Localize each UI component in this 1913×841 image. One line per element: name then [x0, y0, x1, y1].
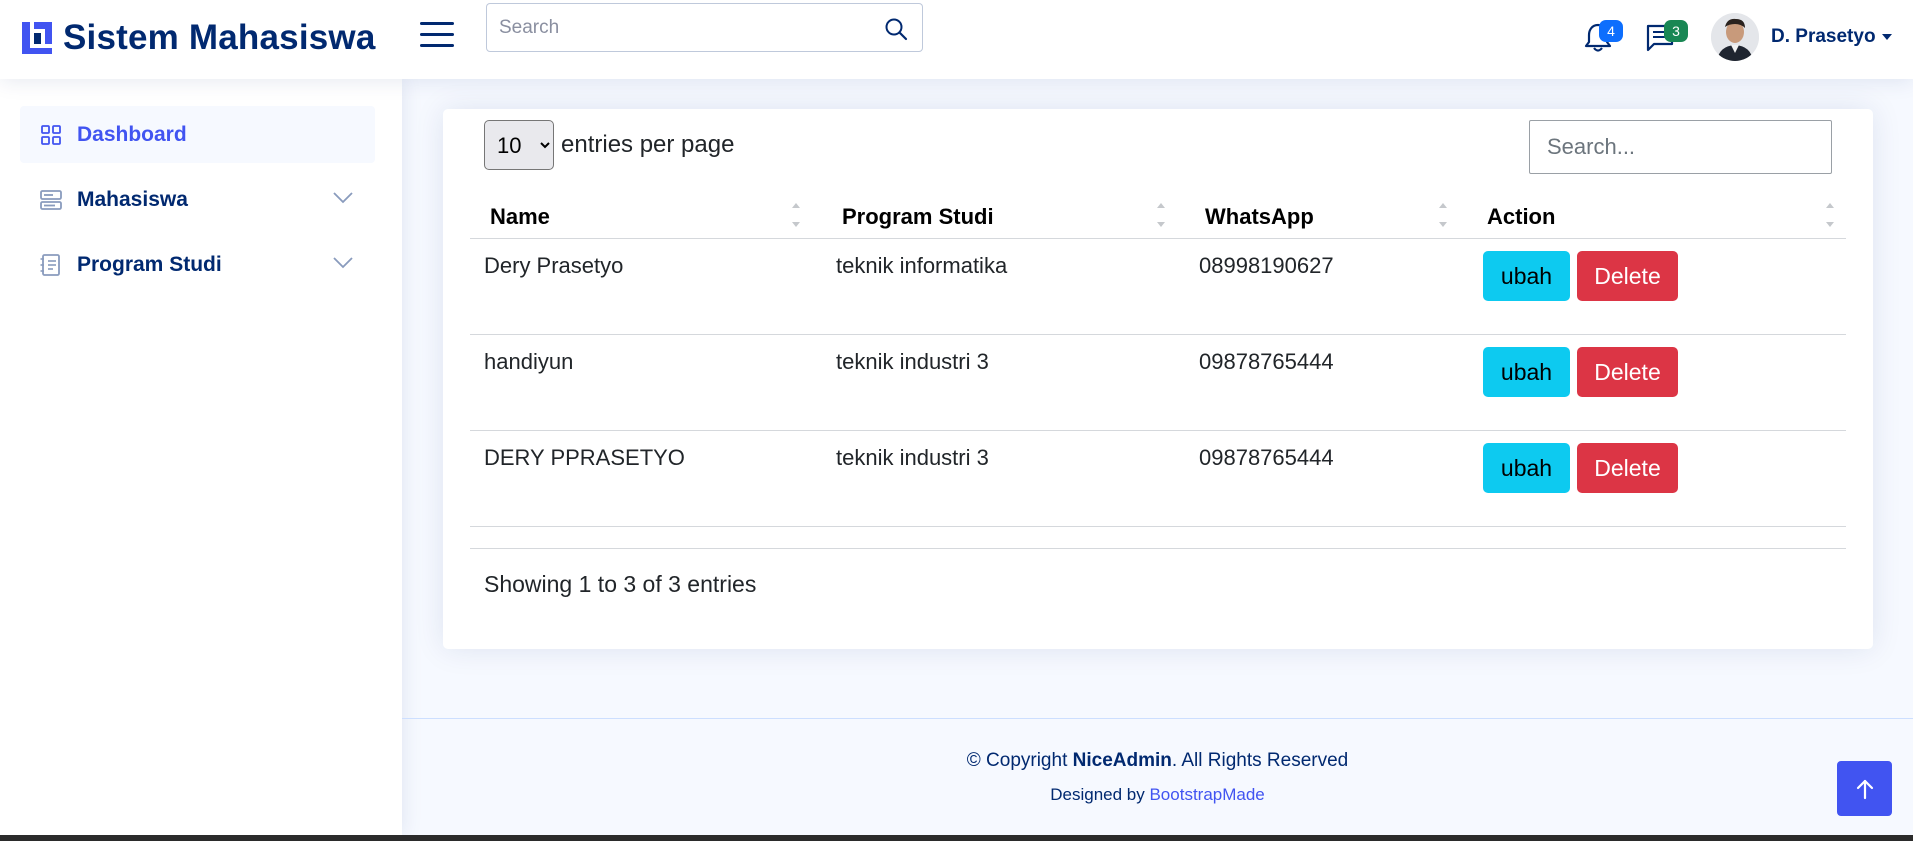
credits: Designed by BootstrapMade	[402, 785, 1913, 805]
messages-badge: 3	[1664, 20, 1688, 42]
edit-button[interactable]: ubah	[1483, 347, 1570, 397]
cell-whatsapp: 08998190627	[1199, 253, 1334, 278]
sidebar-item-label: Program Studi	[77, 252, 222, 276]
students-table: Name Program Studi WhatsApp Action Dery …	[470, 189, 1846, 527]
copyright-brand: NiceAdmin	[1072, 750, 1172, 771]
avatar	[1711, 13, 1759, 61]
sidebar-item-label: Mahasiswa	[77, 187, 188, 211]
logo[interactable]: Sistem Mahasiswa	[20, 18, 376, 58]
per-page-select[interactable]: 510152025	[484, 120, 554, 170]
chevron-down-icon	[333, 257, 353, 269]
table-search-input[interactable]	[1529, 120, 1832, 174]
column-header-name[interactable]: Name	[470, 189, 822, 239]
edit-button[interactable]: ubah	[1483, 443, 1570, 493]
search-icon[interactable]	[884, 17, 908, 41]
sort-icon	[1826, 203, 1834, 227]
grid-icon	[41, 124, 61, 145]
table-row: DERY PPRASETYO teknik industri 3 0987876…	[470, 431, 1846, 527]
edit-button[interactable]: ubah	[1483, 251, 1570, 301]
footer: © Copyright NiceAdmin. All Rights Reserv…	[402, 718, 1913, 835]
window-bottom-edge	[0, 835, 1913, 841]
header-search-input[interactable]	[487, 4, 867, 51]
cell-name: Dery Prasetyo	[484, 253, 624, 278]
cell-whatsapp: 09878765444	[1199, 349, 1334, 374]
header-search-form	[486, 3, 923, 52]
delete-button[interactable]: Delete	[1577, 443, 1678, 493]
copyright-prefix: © Copyright	[966, 750, 1073, 771]
column-header-action[interactable]: Action	[1467, 189, 1846, 239]
sort-icon	[792, 203, 800, 227]
per-page-control: 510152025 entries per page	[484, 120, 734, 170]
delete-button[interactable]: Delete	[1577, 251, 1678, 301]
copyright: © Copyright NiceAdmin. All Rights Reserv…	[402, 750, 1913, 772]
cell-program-studi: teknik industri 3	[836, 349, 989, 374]
sort-icon	[1439, 203, 1447, 227]
journal-text-icon	[40, 253, 60, 276]
cell-name: handiyun	[484, 349, 574, 374]
toggle-sidebar-button[interactable]	[420, 22, 454, 52]
column-header-whatsapp[interactable]: WhatsApp	[1185, 189, 1467, 239]
credits-label: Designed by	[1050, 785, 1150, 804]
delete-button[interactable]: Delete	[1577, 347, 1678, 397]
table-row: Dery Prasetyo teknik informatika 0899819…	[470, 239, 1846, 335]
column-header-program-studi[interactable]: Program Studi	[822, 189, 1185, 239]
sidebar-item-label: Dashboard	[77, 122, 187, 146]
cell-whatsapp: 09878765444	[1199, 445, 1334, 470]
back-to-top-button[interactable]	[1837, 761, 1892, 816]
column-label: Action	[1487, 204, 1556, 229]
chevron-down-icon	[333, 192, 353, 204]
table-row: handiyun teknik industri 3 09878765444 u…	[470, 335, 1846, 431]
sidebar-item-program-studi[interactable]: Program Studi	[20, 236, 375, 293]
profile-name: D. Prasetyo	[1771, 26, 1876, 47]
table-header: Name Program Studi WhatsApp Action	[470, 189, 1846, 239]
messages-button[interactable]: 3	[1645, 20, 1688, 56]
logo-icon	[22, 22, 52, 54]
notifications-button[interactable]: 4	[1583, 20, 1623, 56]
column-label: Name	[490, 204, 550, 229]
arrow-up-icon	[1856, 779, 1873, 799]
profile-dropdown[interactable]: D. Prasetyo	[1711, 13, 1892, 61]
cell-name: DERY PPRASETYO	[484, 445, 685, 470]
sidebar-item-dashboard[interactable]: Dashboard	[20, 106, 375, 163]
column-label: Program Studi	[842, 204, 994, 229]
copyright-suffix: . All Rights Reserved	[1171, 750, 1349, 771]
sidebar-item-mahasiswa[interactable]: Mahasiswa	[20, 171, 375, 228]
sidebar: Dashboard Mahasiswa Program Studi	[0, 79, 402, 835]
designer-link[interactable]: BootstrapMade	[1149, 785, 1264, 804]
caret-down-icon	[1881, 34, 1892, 40]
per-page-label: entries per page	[561, 131, 735, 158]
brand-name: Sistem Mahasiswa	[63, 18, 376, 57]
cell-program-studi: teknik informatika	[836, 253, 1008, 278]
divider	[470, 548, 1846, 549]
notifications-badge: 4	[1599, 20, 1623, 42]
datatable-card: 510152025 entries per page Name Program …	[443, 109, 1873, 649]
header: Sistem Mahasiswa 4 3	[0, 0, 1913, 79]
table-info: Showing 1 to 3 of 3 entries	[484, 571, 757, 597]
cell-program-studi: teknik industri 3	[836, 445, 989, 470]
menu-button-icon	[40, 189, 62, 210]
sort-icon	[1157, 203, 1165, 227]
column-label: WhatsApp	[1205, 204, 1314, 229]
